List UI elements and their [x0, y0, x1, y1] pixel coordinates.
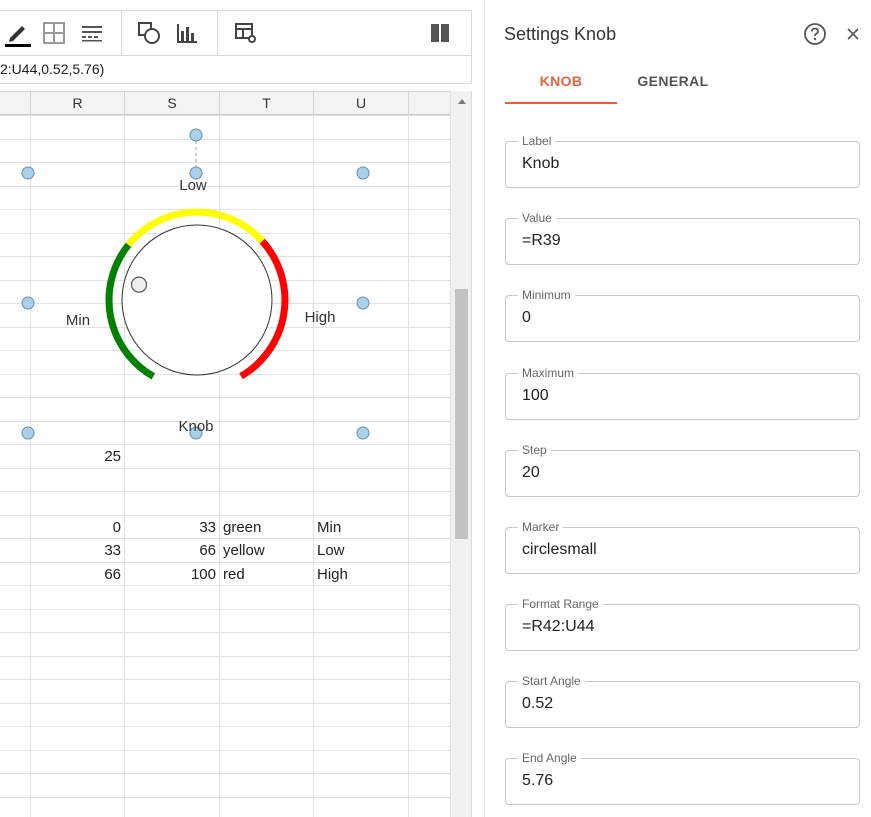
column-header-s[interactable]: S [125, 91, 220, 115]
label-field-value[interactable]: Knob [522, 155, 842, 173]
scroll-up-icon[interactable] [451, 91, 472, 111]
help-icon[interactable] [803, 22, 827, 46]
column-header-r[interactable]: R [31, 91, 125, 115]
cell-r43[interactable]: 33 [31, 540, 121, 562]
marker-field-value[interactable]: circlesmall [522, 541, 842, 559]
value-field-label: Value [518, 210, 556, 226]
value-field[interactable]: Value =R39 [505, 210, 860, 265]
cell-t42[interactable]: green [223, 517, 313, 539]
resize-handle-top-right[interactable] [356, 166, 370, 180]
resize-handle-right[interactable] [356, 296, 370, 310]
close-icon[interactable] [843, 24, 863, 44]
marker-field-label: Marker [518, 519, 564, 535]
toolbar [0, 10, 472, 56]
cell-s44[interactable]: 100 [125, 564, 216, 586]
start-angle-field-label: Start Angle [518, 673, 585, 689]
cell-r39[interactable]: 25 [31, 446, 121, 468]
cell-s42[interactable]: 33 [125, 517, 216, 539]
cell-t44[interactable]: red [223, 564, 313, 586]
scroll-thumb[interactable] [455, 289, 468, 539]
rotate-handle[interactable] [189, 128, 203, 142]
table-settings-icon[interactable] [232, 19, 260, 47]
maximum-field-value[interactable]: 100 [522, 387, 842, 405]
marker-field[interactable]: Marker circlesmall [505, 519, 860, 574]
minimum-field-label: Minimum [518, 287, 575, 303]
bar-chart-icon[interactable] [173, 19, 201, 47]
maximum-field-label: Maximum [518, 365, 579, 381]
cell-u42[interactable]: Min [317, 517, 407, 539]
cell-r42[interactable]: 0 [31, 517, 121, 539]
resize-handle-left[interactable] [21, 296, 35, 310]
tab-general[interactable]: GENERAL [617, 70, 729, 104]
tab-knob[interactable]: KNOB [505, 70, 617, 104]
step-field-label: Step [518, 442, 551, 458]
label-field[interactable]: Label Knob [505, 133, 860, 188]
resize-handle-top-left[interactable] [21, 166, 35, 180]
label-field-label: Label [518, 133, 556, 149]
cell-u43[interactable]: Low [317, 540, 407, 562]
format-range-field[interactable]: Format Range =R42:U44 [505, 596, 860, 651]
step-field-value[interactable]: 20 [522, 464, 842, 482]
column-header-t[interactable]: T [220, 91, 314, 115]
pencil-icon[interactable] [4, 19, 32, 47]
sheet-grid: R S T U 25 0 33 green Min 33 66 yellow L… [0, 91, 450, 817]
step-field[interactable]: Step 20 [505, 442, 860, 497]
start-angle-field-value[interactable]: 0.52 [522, 695, 842, 713]
format-range-field-value[interactable]: =R42:U44 [522, 618, 842, 636]
cell-t43[interactable]: yellow [223, 540, 313, 562]
value-field-value[interactable]: =R39 [522, 232, 842, 250]
resize-handle-bottom-left[interactable] [21, 426, 35, 440]
settings-panel: Settings Knob KNOB GENERAL Label Knob Va… [484, 0, 871, 817]
minimum-field-value[interactable]: 0 [522, 309, 842, 327]
cell-r44[interactable]: 66 [31, 564, 121, 586]
end-angle-field-label: End Angle [518, 750, 581, 766]
format-icon[interactable] [78, 19, 106, 47]
format-range-field-label: Format Range [518, 596, 603, 612]
end-angle-field[interactable]: End Angle 5.76 [505, 750, 860, 805]
cell-u44[interactable]: High [317, 564, 407, 586]
vertical-scrollbar[interactable] [450, 91, 472, 817]
column-header-partial[interactable] [0, 91, 31, 115]
resize-handle-top[interactable] [189, 166, 203, 180]
resize-handle-bottom[interactable] [189, 426, 203, 440]
borders-icon[interactable] [40, 19, 68, 47]
spreadsheet-pane: 2:U44,0.52,5.76) R S T U 25 0 33 green M… [0, 0, 484, 817]
resize-handle-bottom-right[interactable] [356, 426, 370, 440]
column-header-u[interactable]: U [314, 91, 409, 115]
maximum-field[interactable]: Maximum 100 [505, 365, 860, 420]
column-header-partial-right[interactable] [409, 91, 450, 115]
minimum-field[interactable]: Minimum 0 [505, 287, 860, 342]
start-angle-field[interactable]: Start Angle 0.52 [505, 673, 860, 728]
formula-bar[interactable]: 2:U44,0.52,5.76) [0, 56, 472, 84]
end-angle-field-value[interactable]: 5.76 [522, 772, 842, 790]
cell-s43[interactable]: 66 [125, 540, 216, 562]
panel-title: Settings Knob [504, 24, 617, 44]
columns-icon[interactable] [426, 19, 454, 47]
shapes-icon[interactable] [135, 19, 163, 47]
